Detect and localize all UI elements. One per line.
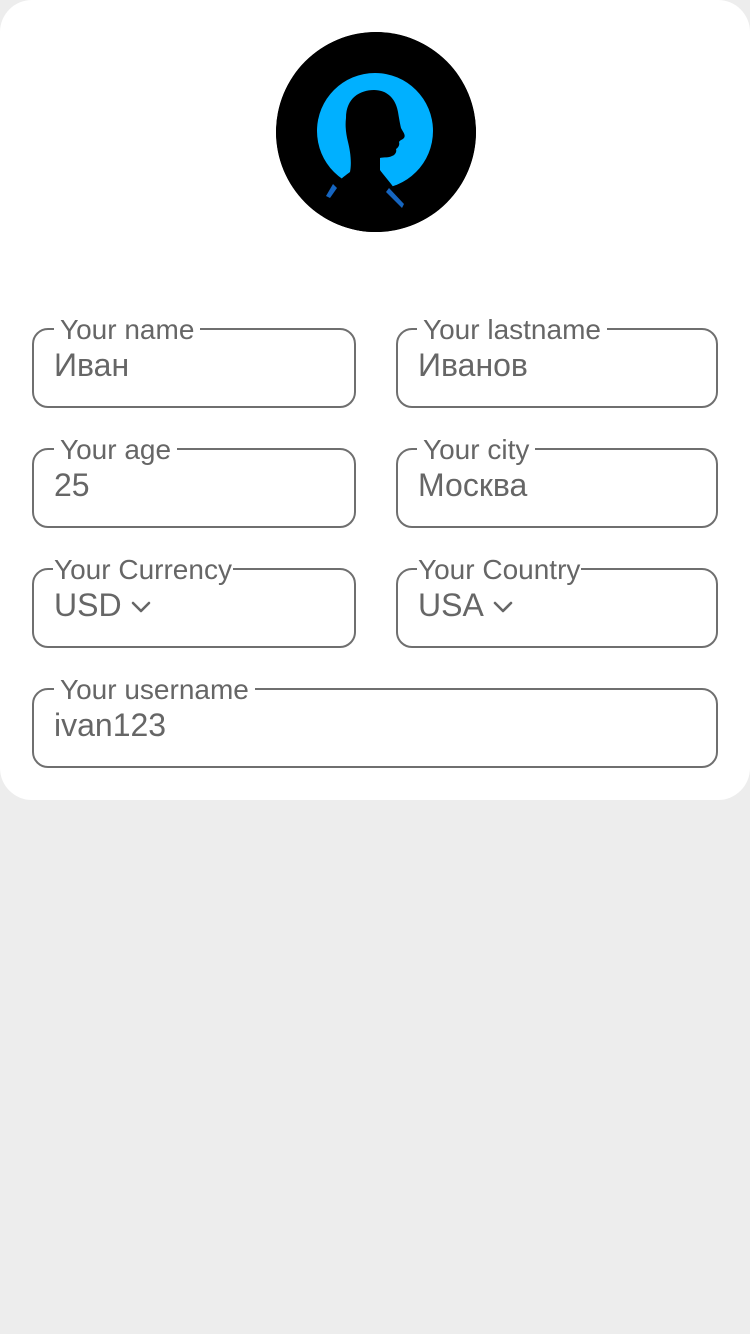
username-label: Your username	[54, 676, 255, 704]
currency-label: Your Currency	[53, 554, 233, 585]
currency-value: USD	[54, 587, 122, 623]
person-silhouette-icon	[276, 32, 476, 232]
age-label: Your age	[54, 436, 178, 464]
city-input[interactable]: Москва	[418, 467, 527, 503]
lastname-label: Your lastname	[417, 316, 607, 344]
profile-card: Your name Иван Your lastname Иванов Your…	[0, 0, 750, 800]
lastname-input[interactable]: Иванов	[418, 347, 528, 383]
currency-value-selected[interactable]: USD	[54, 587, 151, 623]
name-field[interactable]: Your name Иван	[32, 316, 356, 408]
city-label: Your city	[417, 436, 536, 464]
username-field[interactable]: Your username ivan123	[32, 676, 718, 768]
avatar[interactable]	[276, 32, 476, 232]
lastname-field[interactable]: Your lastname Иванов	[396, 316, 718, 408]
country-label: Your Country	[417, 554, 582, 585]
name-label: Your name	[54, 316, 201, 344]
country-value-selected[interactable]: USA	[418, 587, 513, 623]
currency-select[interactable]: Your Currency USD	[32, 556, 356, 648]
chevron-down-icon	[493, 601, 513, 613]
country-select[interactable]: Your Country USA	[396, 556, 718, 648]
username-input[interactable]: ivan123	[54, 707, 166, 743]
name-input[interactable]: Иван	[54, 347, 129, 383]
age-field[interactable]: Your age 25	[32, 436, 356, 528]
city-field[interactable]: Your city Москва	[396, 436, 718, 528]
age-input[interactable]: 25	[54, 467, 90, 503]
chevron-down-icon	[131, 601, 150, 613]
country-value: USA	[418, 587, 484, 623]
